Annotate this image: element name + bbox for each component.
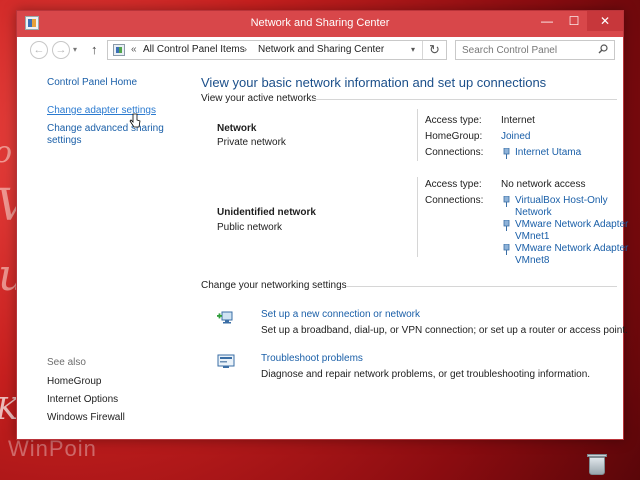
refresh-icon[interactable]: ↻ <box>429 42 440 58</box>
up-button[interactable]: ↑ <box>91 42 98 57</box>
divider <box>417 109 418 161</box>
navigation-bar: ← → ▾ ↑ « All Control Panel Items › Netw… <box>17 37 623 65</box>
wallpaper-mark: o <box>0 135 12 170</box>
breadcrumb-overflow-icon[interactable]: « <box>131 44 137 55</box>
connections-label: Connections: <box>425 147 484 158</box>
see-also-heading: See also <box>47 357 86 368</box>
divider <box>417 177 418 257</box>
connection-vmnet8-link[interactable]: VMware Network Adapter VMnet8 <box>501 243 631 267</box>
connections-label: Connections: <box>425 195 484 206</box>
setup-new-connection-link[interactable]: Set up a new connection or network <box>261 309 420 320</box>
address-dropdown-icon[interactable]: ▾ <box>411 45 415 54</box>
new-connection-icon <box>217 311 233 324</box>
connection-label: VMware Network Adapter VMnet1 <box>515 219 629 242</box>
connection-virtualbox-link[interactable]: VirtualBox Host-Only Network <box>501 195 631 219</box>
control-panel-icon <box>113 44 125 56</box>
homegroup-link[interactable]: HomeGroup <box>47 376 101 388</box>
connection-label: VMware Network Adapter VMnet8 <box>515 243 629 266</box>
control-panel-home-link[interactable]: Control Panel Home <box>47 77 137 89</box>
minimize-button[interactable]: — <box>533 11 561 31</box>
network-category: Public network <box>217 222 283 233</box>
ethernet-icon <box>503 148 510 159</box>
search-input[interactable] <box>456 41 596 59</box>
close-button[interactable]: ✕ <box>587 11 623 31</box>
access-type-value: No network access <box>501 179 586 190</box>
troubleshoot-problems-link[interactable]: Troubleshoot problems <box>261 353 363 364</box>
page-title: View your basic network information and … <box>201 75 547 90</box>
search-box <box>455 40 615 60</box>
back-button[interactable]: ← <box>30 41 48 59</box>
internet-options-link[interactable]: Internet Options <box>47 394 118 406</box>
breadcrumb-network-sharing-center[interactable]: Network and Sharing Center <box>258 44 384 55</box>
task-description: Diagnose and repair network problems, or… <box>261 369 591 380</box>
connection-label: VirtualBox Host-Only Network <box>515 195 608 218</box>
left-navigation-pane: Control Panel Home Change adapter settin… <box>17 65 197 439</box>
access-type-label: Access type: <box>425 115 482 126</box>
access-type-label: Access type: <box>425 179 482 190</box>
search-icon[interactable] <box>598 44 608 54</box>
maximize-button[interactable]: ☐ <box>561 11 587 31</box>
ethernet-icon <box>503 244 510 255</box>
network-name: Network <box>217 123 257 134</box>
network-sharing-center-window: Network and Sharing Center — ☐ ✕ ← → ▾ ↑… <box>16 10 628 440</box>
hand-cursor-icon <box>129 113 141 128</box>
troubleshoot-icon <box>217 354 235 368</box>
recent-locations-chevron-icon[interactable]: ▾ <box>73 45 77 54</box>
divider <box>315 99 617 100</box>
divider <box>422 41 423 59</box>
homegroup-joined-link[interactable]: Joined <box>501 131 530 142</box>
ethernet-icon <box>503 196 510 207</box>
connection-label: Internet Utama <box>515 147 582 158</box>
network-name: Unidentified network <box>217 207 316 218</box>
task-description: Set up a broadband, dial-up, or VPN conn… <box>261 325 628 336</box>
forward-button[interactable]: → <box>52 41 70 59</box>
active-networks-heading: View your active networks <box>201 93 317 104</box>
change-advanced-sharing-settings-link[interactable]: Change advanced sharing settings <box>47 123 167 147</box>
ethernet-icon <box>503 220 510 231</box>
homegroup-label: HomeGroup: <box>425 131 483 142</box>
breadcrumb-separator-icon[interactable]: › <box>244 44 247 54</box>
main-content: View your basic network information and … <box>201 65 628 439</box>
title-bar[interactable]: Network and Sharing Center — ☐ ✕ <box>17 11 623 37</box>
connection-vmnet1-link[interactable]: VMware Network Adapter VMnet1 <box>501 219 631 243</box>
divider <box>347 286 617 287</box>
recycle-bin-icon[interactable] <box>586 452 608 476</box>
network-category: Private network <box>217 137 286 148</box>
connection-internet-utama-link[interactable]: Internet Utama <box>501 147 631 159</box>
access-type-value: Internet <box>501 115 535 126</box>
breadcrumb-all-control-panel-items[interactable]: All Control Panel Items <box>143 44 245 55</box>
change-settings-heading: Change your networking settings <box>201 280 347 291</box>
address-bar[interactable]: « All Control Panel Items › Network and … <box>107 40 447 60</box>
windows-firewall-link[interactable]: Windows Firewall <box>47 412 125 424</box>
